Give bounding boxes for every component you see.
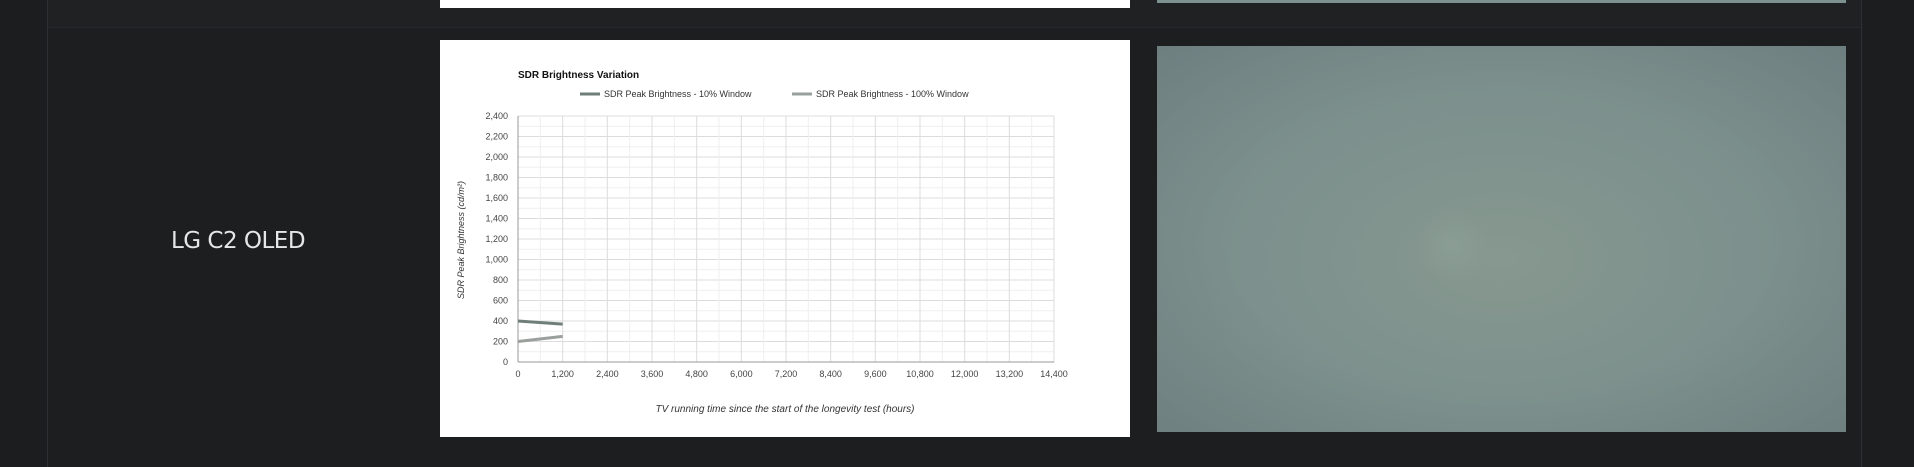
y-tick-label: 1,200 xyxy=(485,234,508,244)
x-tick-label: 6,000 xyxy=(730,369,753,379)
model-name: LG C2 OLED xyxy=(170,227,306,254)
chart-legend: SDR Peak Brightness - 10% Window SDR Peak… xyxy=(580,89,969,99)
y-tick-label: 1,800 xyxy=(485,173,508,183)
y-tick-label: 2,200 xyxy=(485,132,508,142)
legend-label: SDR Peak Brightness - 100% Window xyxy=(816,89,969,99)
x-axis-ticks: 0 1,200 2,400 3,600 4,800 6,000 7,200 8,400 9,60… xyxy=(515,369,1067,379)
y-axis-ticks: 0 200 400 600 800 1,000 1,200 1,400 1,600 1,800 2,… xyxy=(485,111,508,367)
screen-vignette xyxy=(1157,46,1846,432)
chart-title: SDR Brightness Variation xyxy=(518,70,639,81)
y-tick-label: 1,600 xyxy=(485,193,508,203)
x-tick-label: 1,200 xyxy=(551,369,574,379)
x-axis-label: TV running time since the start of the l… xyxy=(655,404,914,415)
previous-row-photo xyxy=(1157,0,1846,3)
y-tick-label: 600 xyxy=(493,296,508,306)
y-tick-label: 2,400 xyxy=(485,111,508,121)
y-tick-label: 1,000 xyxy=(485,255,508,265)
x-tick-label: 0 xyxy=(515,369,520,379)
x-tick-label: 4,800 xyxy=(685,369,708,379)
y-tick-label: 0 xyxy=(503,357,508,367)
x-tick-label: 10,800 xyxy=(906,369,934,379)
x-tick-label: 8,400 xyxy=(819,369,842,379)
y-tick-label: 400 xyxy=(493,316,508,326)
model-cell: LG C2 OLED xyxy=(48,28,428,453)
x-tick-label: 3,600 xyxy=(641,369,664,379)
x-tick-label: 12,000 xyxy=(951,369,979,379)
y-tick-label: 2,000 xyxy=(485,152,508,162)
brightness-chart: SDR Brightness Variation SDR Peak Bright… xyxy=(456,70,1068,415)
x-tick-label: 9,600 xyxy=(864,369,887,379)
x-tick-label: 13,200 xyxy=(996,369,1024,379)
x-tick-label: 7,200 xyxy=(775,369,798,379)
legend-label: SDR Peak Brightness - 10% Window xyxy=(604,89,752,99)
tv-screen-photo[interactable] xyxy=(1157,46,1846,432)
brightness-chart-image[interactable]: SDR Brightness Variation SDR Peak Bright… xyxy=(440,40,1130,437)
x-tick-label: 2,400 xyxy=(596,369,619,379)
chart-grid xyxy=(517,115,1055,363)
y-tick-label: 1,400 xyxy=(485,214,508,224)
y-tick-label: 200 xyxy=(493,337,508,347)
x-tick-label: 14,400 xyxy=(1040,369,1068,379)
y-tick-label: 800 xyxy=(493,275,508,285)
table-row-divider xyxy=(48,453,1860,467)
y-axis-label: SDR Peak Brightness (cd/m²) xyxy=(456,181,466,299)
previous-row-chart-image xyxy=(440,0,1130,8)
